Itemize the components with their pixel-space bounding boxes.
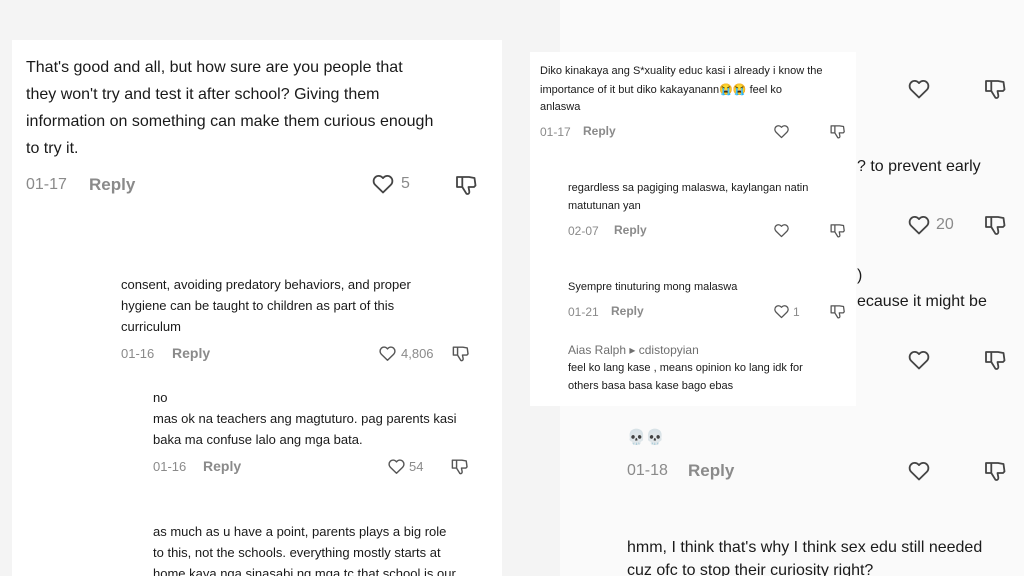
- heart-icon[interactable]: [907, 77, 931, 101]
- comment-date: 02-07: [568, 224, 599, 238]
- heart-icon[interactable]: [907, 348, 931, 372]
- heart-icon[interactable]: [773, 222, 790, 239]
- thumbs-down-icon[interactable]: [451, 344, 470, 363]
- comment-text-line: Diko kinakaya ang S*xuality educ kasi i …: [540, 65, 823, 77]
- comment-text-line: information on something can make them c…: [26, 113, 434, 130]
- like-count: 5: [401, 175, 410, 192]
- comment-date: 01-16: [153, 459, 187, 474]
- comment-text-line: feel ko lang kase , means opinion ko lan…: [568, 362, 803, 374]
- thumbs-down-icon[interactable]: [829, 303, 846, 320]
- comment-text-fragment: ? to prevent early: [857, 158, 981, 175]
- thumbs-down-icon[interactable]: [450, 457, 469, 476]
- comment-text-line: to try it.: [26, 140, 79, 157]
- comment-text-line: cuz ofc to stop their curiosity right?: [627, 562, 874, 576]
- comment-text-line: to this, not the schools. everything mos…: [153, 545, 441, 560]
- comment-text-line: baka ma confuse lalo ang mga bata.: [153, 432, 363, 447]
- skull-emoji: 💀💀: [627, 429, 665, 446]
- reply-button[interactable]: Reply: [172, 345, 210, 361]
- thumbs-down-icon[interactable]: [983, 77, 1007, 101]
- left-panel: That's good and all, but how sure are yo…: [12, 40, 502, 576]
- comment-date: 01-18: [627, 462, 668, 479]
- overlay-replies-panel: Diko kinakaya ang S*xuality educ kasi i …: [530, 52, 856, 406]
- like-count: 20: [936, 216, 954, 233]
- comment-text-line: regardless sa pagiging malaswa, kaylanga…: [568, 182, 809, 194]
- thumbs-down-icon[interactable]: [983, 213, 1007, 237]
- thumbs-down-icon[interactable]: [983, 459, 1007, 483]
- comment-author: Aias Ralph ▸ cdistopyian: [568, 343, 699, 357]
- comment-text-line: hygiene can be taught to children as par…: [121, 298, 395, 313]
- comment-text-line: That's good and all, but how sure are yo…: [26, 59, 403, 76]
- comment-text-line: others basa basa kase bago ebas: [568, 380, 734, 392]
- comment-text-line: they won't try and test it after school?…: [26, 86, 380, 103]
- comment-text-fragment: ecause it might be: [857, 293, 987, 310]
- comment-text-fragment: ): [857, 267, 863, 284]
- comment-date: 01-21: [568, 305, 599, 319]
- heart-icon[interactable]: [773, 303, 790, 320]
- heart-icon[interactable]: [773, 123, 790, 140]
- reply-button[interactable]: Reply: [583, 124, 616, 138]
- comment-author: no: [153, 390, 168, 405]
- heart-icon[interactable]: [907, 459, 931, 483]
- like-count: 4,806: [401, 346, 434, 361]
- comment-text-line: curriculum: [121, 319, 181, 334]
- comment-text-line: Syempre tinuturing mong malaswa: [568, 281, 738, 293]
- like-count: 54: [409, 459, 424, 474]
- heart-icon[interactable]: [371, 172, 395, 196]
- thumbs-down-icon[interactable]: [983, 348, 1007, 372]
- comment-text-line: matutunan yan: [568, 200, 641, 212]
- reply-button[interactable]: Reply: [688, 461, 734, 481]
- comment-text-line: hmm, I think that's why I think sex edu …: [627, 539, 983, 556]
- reply-button[interactable]: Reply: [203, 458, 241, 474]
- comment-date: 01-17: [26, 176, 67, 193]
- comment-date: 01-17: [540, 125, 571, 139]
- comment-text-line: consent, avoiding predatory behaviors, a…: [121, 277, 411, 292]
- heart-icon[interactable]: [907, 213, 931, 237]
- comment-text-line: anlaswa: [540, 101, 581, 113]
- thumbs-down-icon[interactable]: [454, 173, 478, 197]
- thumbs-down-icon[interactable]: [829, 222, 846, 239]
- comment-text-line: mas ok na teachers ang magtuturo. pag pa…: [153, 411, 457, 426]
- thumbs-down-icon[interactable]: [829, 123, 846, 140]
- comment-text-line: home kaya nga sinasabi ng mga tc that sc…: [153, 566, 456, 576]
- comment-text-line: as much as u have a point, parents plays…: [153, 524, 447, 539]
- heart-icon[interactable]: [378, 344, 397, 363]
- reply-button[interactable]: Reply: [614, 223, 647, 237]
- like-count: 1: [793, 305, 800, 319]
- reply-button[interactable]: Reply: [89, 175, 135, 195]
- heart-icon[interactable]: [387, 457, 406, 476]
- comment-date: 01-16: [121, 346, 155, 361]
- reply-button[interactable]: Reply: [611, 304, 644, 318]
- comment-text-line: importance of it but diko kakayanann😭😭 f…: [540, 84, 783, 96]
